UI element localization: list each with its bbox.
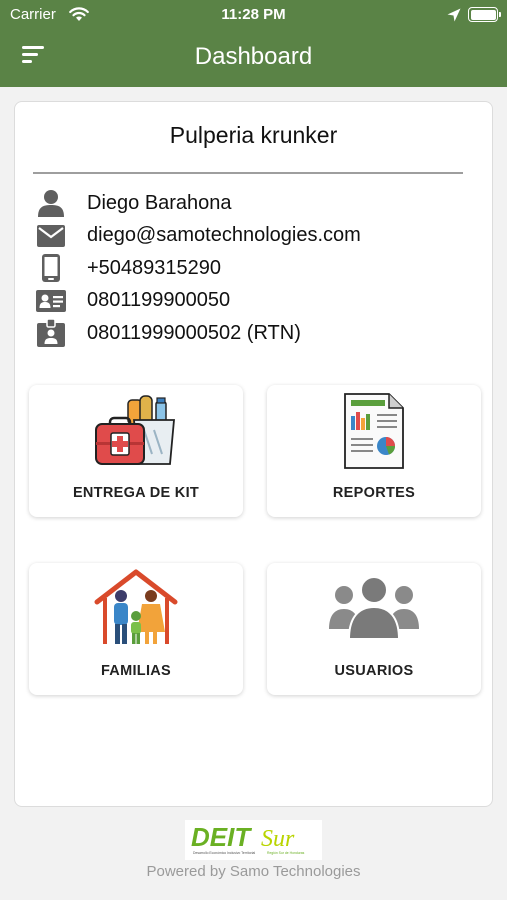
dashboard-card: Pulperia krunker Diego Barahona diego@sa…: [14, 101, 493, 807]
profile-phone: +50489315290: [87, 256, 222, 279]
mail-icon: [35, 221, 67, 251]
profile-id-row: 0801199900050: [35, 285, 361, 318]
badge-icon: [35, 318, 67, 348]
report-icon: [267, 389, 481, 471]
tile-label-entrega-de-kit: ENTREGA DE KIT: [72, 485, 200, 501]
profile-id-number: 0801199900050: [87, 289, 231, 312]
person-icon: [35, 188, 67, 218]
logo-caption: Desarrollo Económico Inclusivo Territori…: [193, 851, 255, 855]
family-house-icon: [29, 567, 243, 649]
profile-name-row: Diego Barahona: [35, 187, 361, 220]
status-bar: Carrier 11:28 PM: [0, 0, 507, 30]
powered-by-label: Powered by Samo Technologies: [146, 863, 361, 880]
logo-main-text: DEIT: [191, 822, 252, 852]
profile-name: Diego Barahona: [87, 191, 232, 214]
entrega-de-kit-button[interactable]: ENTREGA DE KIT: [29, 385, 243, 517]
kit-icon: [29, 389, 243, 471]
logo-tagline: Región Sur de Honduras: [267, 851, 305, 855]
battery-icon: [468, 7, 501, 22]
phone-icon: [35, 253, 67, 283]
logo-accent-text: Sur: [261, 826, 295, 852]
profile-phone-row: +50489315290: [35, 252, 361, 285]
familias-button[interactable]: FAMILIAS: [29, 563, 243, 695]
clock: 11:28 PM: [221, 6, 286, 23]
tile-label-familias: FAMILIAS: [100, 663, 172, 679]
page-title: Dashboard: [194, 43, 313, 70]
deit-sur-logo: DEIT Sur Desarrollo Económico Inclusivo …: [185, 820, 322, 860]
profile-email-row: diego@samotechnologies.com: [35, 220, 361, 253]
location-arrow-icon: [447, 8, 461, 22]
profile-info: Diego Barahona diego@samotechnologies.co…: [35, 187, 361, 350]
divider: [33, 172, 463, 174]
id-card-icon: [35, 286, 67, 316]
users-group-icon: [267, 567, 481, 649]
profile-rtn: 08011999000502 (RTN): [87, 321, 301, 344]
tile-label-usuarios: USUARIOS: [334, 663, 414, 679]
profile-rtn-row: 08011999000502 (RTN): [35, 317, 361, 350]
store-name: Pulperia krunker: [169, 122, 338, 148]
reportes-button[interactable]: REPORTES: [267, 385, 481, 517]
app-bar: Carrier 11:28 PM Dashboard: [0, 0, 507, 87]
tile-label-reportes: REPORTES: [332, 485, 416, 501]
usuarios-button[interactable]: USUARIOS: [267, 563, 481, 695]
profile-email: diego@samotechnologies.com: [87, 224, 361, 247]
